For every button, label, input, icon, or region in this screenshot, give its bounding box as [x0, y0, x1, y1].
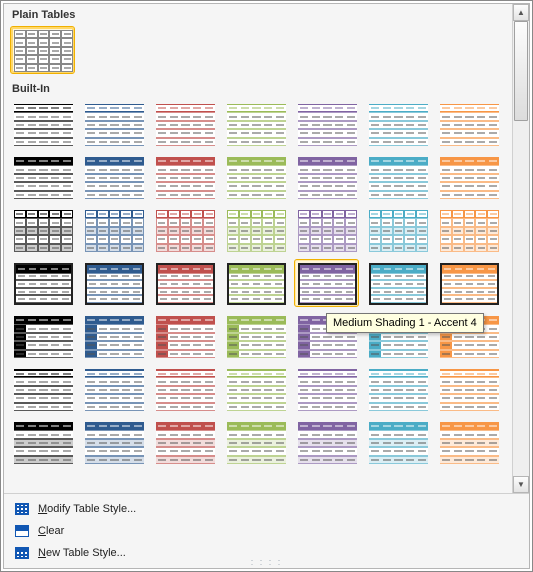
modify-table-style-menu-item[interactable]: Modify Table Style... [6, 498, 527, 520]
style-thumb-builtin-r3-c6[interactable] [436, 259, 501, 307]
style-thumb-builtin-r3-c4[interactable] [294, 259, 359, 307]
style-thumb-builtin-r0-c1[interactable] [81, 100, 146, 148]
style-thumb-builtin-r6-c2[interactable] [152, 418, 217, 466]
style-thumb-builtin-r1-c1[interactable] [81, 153, 146, 201]
style-thumb-builtin-r3-c5[interactable] [365, 259, 430, 307]
new-style-label: New Table Style... [38, 547, 126, 559]
scrollbar-track[interactable] [513, 21, 529, 476]
style-thumb-builtin-r4-c1[interactable] [81, 312, 146, 360]
modify-icon [14, 501, 30, 517]
style-thumb-builtin-r0-c3[interactable] [223, 100, 288, 148]
style-thumb-builtin-r5-c4[interactable] [294, 365, 359, 413]
style-thumb-builtin-r5-c6[interactable] [436, 365, 501, 413]
resize-grip[interactable]: : : : : [251, 557, 283, 567]
style-thumb-builtin-r2-c2[interactable] [152, 206, 217, 254]
style-thumb-builtin-r4-c0[interactable] [10, 312, 75, 360]
style-thumb-builtin-r6-c4[interactable] [294, 418, 359, 466]
style-tooltip: Medium Shading 1 - Accent 4 [326, 313, 484, 333]
gallery-viewport: Plain Tables Built-In ▲ ▼ [4, 4, 529, 494]
style-thumb-builtin-r3-c0[interactable] [10, 259, 75, 307]
style-thumb-builtin-r6-c3[interactable] [223, 418, 288, 466]
style-thumb-builtin-r4-c2[interactable] [152, 312, 217, 360]
style-thumb-builtin-r2-c6[interactable] [436, 206, 501, 254]
style-thumb-builtin-r1-c6[interactable] [436, 153, 501, 201]
table-styles-gallery-panel: Plain Tables Built-In ▲ ▼ Modify Table St… [3, 3, 530, 569]
style-thumb-builtin-r1-c2[interactable] [152, 153, 217, 201]
style-thumb-builtin-r3-c1[interactable] [81, 259, 146, 307]
style-thumb-builtin-r0-c0[interactable] [10, 100, 75, 148]
style-thumb-builtin-r6-c0[interactable] [10, 418, 75, 466]
style-thumb-builtin-r2-c1[interactable] [81, 206, 146, 254]
scrollbar-thumb[interactable] [514, 21, 528, 121]
built-in-header: Built-In [10, 80, 508, 100]
style-thumb-builtin-r2-c3[interactable] [223, 206, 288, 254]
scroll-up-button[interactable]: ▲ [513, 4, 529, 21]
style-thumb-builtin-r2-c5[interactable] [365, 206, 430, 254]
clear-label: Clear [38, 525, 64, 537]
clear-menu-item[interactable]: Clear [6, 520, 527, 542]
modify-label: Modify Table Style... [38, 503, 136, 515]
new-style-icon [14, 545, 30, 561]
plain-tables-header: Plain Tables [10, 6, 508, 26]
style-thumb-builtin-r5-c1[interactable] [81, 365, 146, 413]
clear-icon [14, 523, 30, 539]
style-thumb-builtin-r1-c3[interactable] [223, 153, 288, 201]
style-thumb-plain-0[interactable] [10, 26, 75, 74]
style-thumb-builtin-r5-c5[interactable] [365, 365, 430, 413]
vertical-scrollbar[interactable]: ▲ ▼ [512, 4, 529, 493]
style-thumb-builtin-r0-c6[interactable] [436, 100, 501, 148]
style-thumb-builtin-r2-c0[interactable] [10, 206, 75, 254]
style-thumb-builtin-r1-c4[interactable] [294, 153, 359, 201]
style-thumb-builtin-r5-c0[interactable] [10, 365, 75, 413]
style-thumb-builtin-r6-c5[interactable] [365, 418, 430, 466]
style-thumb-builtin-r3-c2[interactable] [152, 259, 217, 307]
style-thumb-builtin-r5-c3[interactable] [223, 365, 288, 413]
style-thumb-builtin-r6-c1[interactable] [81, 418, 146, 466]
style-thumb-builtin-r1-c0[interactable] [10, 153, 75, 201]
style-thumb-builtin-r6-c6[interactable] [436, 418, 501, 466]
style-thumb-builtin-r5-c2[interactable] [152, 365, 217, 413]
style-thumb-builtin-r3-c3[interactable] [223, 259, 288, 307]
style-thumb-builtin-r4-c3[interactable] [223, 312, 288, 360]
style-thumb-builtin-r1-c5[interactable] [365, 153, 430, 201]
style-thumb-builtin-r2-c4[interactable] [294, 206, 359, 254]
style-thumb-builtin-r0-c5[interactable] [365, 100, 430, 148]
style-thumb-builtin-r0-c4[interactable] [294, 100, 359, 148]
scroll-down-button[interactable]: ▼ [513, 476, 529, 493]
style-thumb-builtin-r0-c2[interactable] [152, 100, 217, 148]
